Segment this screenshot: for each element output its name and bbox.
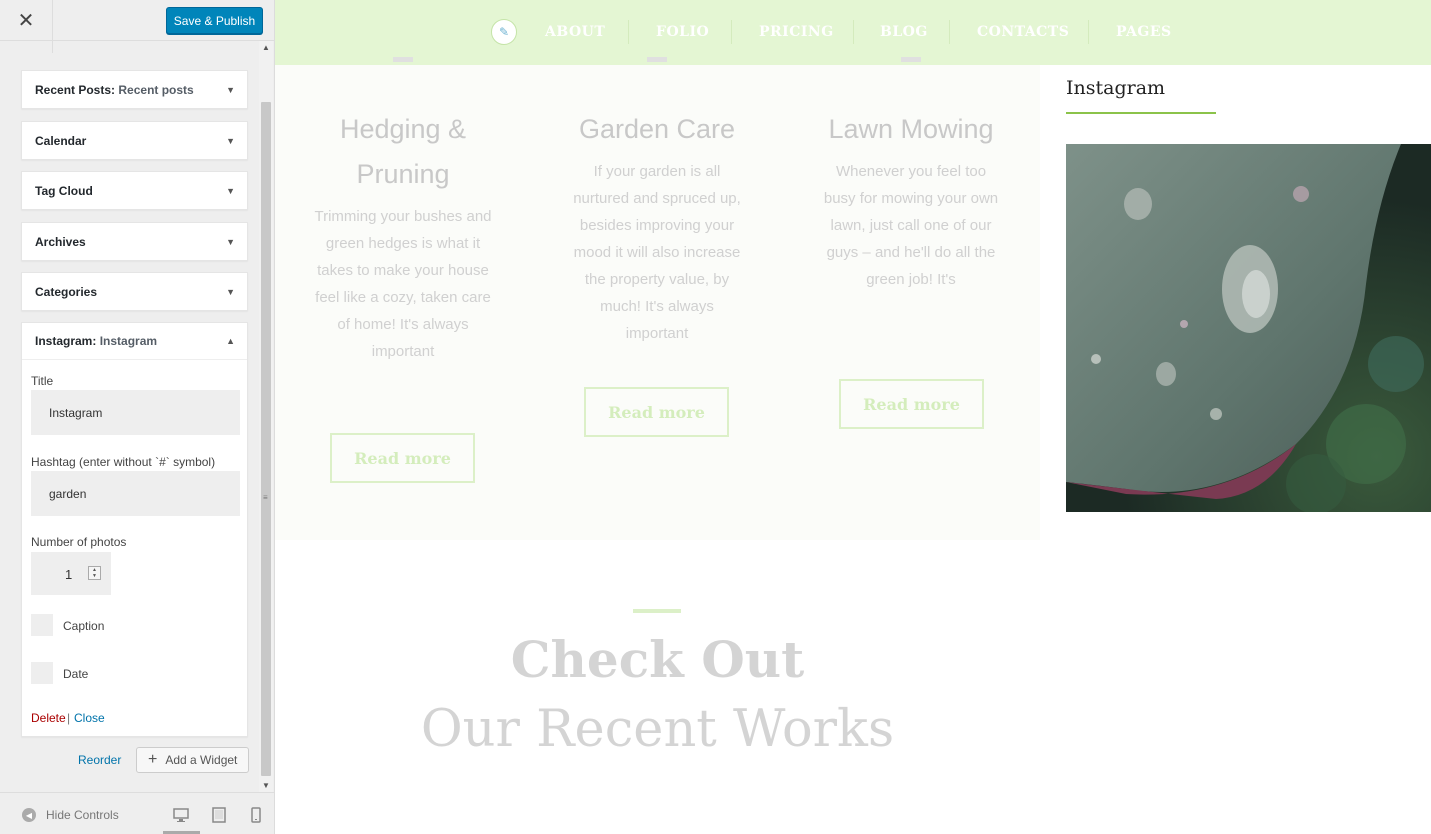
read-more-button[interactable]: Read more — [584, 387, 729, 437]
desktop-preview-icon[interactable] — [173, 807, 189, 823]
widget-title: Recent Posts: — [35, 82, 116, 97]
date-checkbox[interactable] — [31, 662, 53, 684]
service-card: Lawn Mowing Whenever you feel too busy f… — [821, 107, 1001, 293]
service-card: Hedging & Pruning Trimming your bushes a… — [313, 107, 493, 365]
customizer-panel: ✕ Save & Publish Sidebar Recent Posts: R… — [0, 0, 275, 834]
hashtag-input[interactable] — [31, 471, 240, 516]
section-subtitle: Our Recent Works — [420, 700, 895, 759]
service-title: Lawn Mowing — [828, 114, 994, 144]
reorder-link[interactable]: Reorder — [78, 753, 121, 767]
nav-divider — [1088, 20, 1089, 44]
save-publish-button[interactable]: Save & Publish — [166, 7, 263, 34]
widget-archives[interactable]: Archives ▼ — [21, 222, 248, 261]
widget-categories[interactable]: Categories ▼ — [21, 272, 248, 311]
widget-subtitle: Instagram — [99, 334, 158, 348]
customizer-footer: ◀ Hide Controls — [0, 792, 274, 834]
caption-label: Caption — [63, 619, 105, 633]
service-title: Hedging & Pruning — [339, 114, 467, 189]
instagram-widget-title: Instagram — [1066, 77, 1166, 99]
caption-checkbox[interactable] — [31, 614, 53, 636]
add-widget-label: Add a Widget — [165, 753, 238, 767]
expand-arrow-icon[interactable]: ▼ — [226, 287, 235, 297]
service-title: Garden Care — [578, 114, 736, 144]
scrollbar-thumb[interactable]: ≡ — [261, 102, 271, 776]
widget-calendar[interactable]: Calendar ▼ — [21, 121, 248, 160]
service-text: Whenever you feel too busy for mowing yo… — [823, 163, 999, 288]
widget-title: Calendar — [35, 133, 87, 148]
scroll-up-arrow-icon[interactable]: ▲ — [259, 40, 273, 54]
nav-blog[interactable]: BLOG — [880, 24, 928, 40]
widget-instagram: Instagram: Instagram ▲ Title Hashtag (en… — [21, 322, 248, 737]
plus-icon: + — [148, 751, 158, 768]
title-input[interactable] — [31, 390, 240, 435]
title-label: Title — [31, 374, 54, 388]
photos-count-stepper[interactable]: 1 ▲ ▼ — [31, 552, 111, 595]
hide-controls-button[interactable]: ◀ Hide Controls — [22, 808, 119, 822]
nav-pricing[interactable]: PRICING — [759, 24, 834, 40]
section-accent-bar — [633, 609, 681, 613]
customizer-header: ✕ Save & Publish — [0, 0, 274, 41]
hashtag-label: Hashtag (enter without `#` symbol) — [31, 455, 216, 469]
nav-about[interactable]: ABOUT — [545, 24, 605, 40]
nav-divider — [731, 20, 732, 44]
hide-controls-label: Hide Controls — [46, 808, 119, 822]
widget-title: Categories — [35, 284, 98, 299]
photos-label: Number of photos — [31, 535, 127, 549]
close-customizer-button[interactable]: ✕ — [0, 0, 53, 40]
collapse-arrow-icon[interactable]: ▲ — [226, 336, 235, 346]
spinner-arrows-icon[interactable]: ▲ ▼ — [88, 566, 101, 580]
nav-divider — [949, 20, 950, 44]
nav-contacts[interactable]: CONTACTS — [977, 24, 1069, 40]
widget-tag-cloud[interactable]: Tag Cloud ▼ — [21, 171, 248, 210]
close-icon: ✕ — [17, 9, 35, 32]
nav-pages[interactable]: PAGES — [1116, 24, 1172, 40]
expand-arrow-icon[interactable]: ▼ — [226, 136, 235, 146]
edit-pencil-icon[interactable]: ✎ — [491, 19, 517, 45]
date-label: Date — [63, 667, 89, 681]
delete-widget-link[interactable]: Delete — [31, 711, 66, 725]
read-more-button[interactable]: Read more — [839, 379, 984, 429]
expand-arrow-icon[interactable]: ▼ — [226, 85, 235, 95]
widget-title: Instagram: — [35, 334, 97, 348]
site-preview: ✎ ABOUT FOLIO PRICING BLOG CONTACTS PAGE… — [275, 0, 1431, 834]
customizer-scrollbar[interactable]: ▲ ≡ ▼ — [259, 40, 273, 792]
nav-divider — [853, 20, 854, 44]
service-icon-cut — [901, 57, 921, 62]
photos-count-value: 1 — [65, 567, 73, 582]
grip-icon: ≡ — [263, 493, 268, 502]
widget-instagram-header[interactable]: Instagram: Instagram ▲ — [22, 323, 247, 360]
service-text: If your garden is all nurtured and spruc… — [573, 163, 741, 342]
expand-arrow-icon[interactable]: ▼ — [226, 186, 235, 196]
service-icon-cut — [393, 57, 413, 62]
read-more-button[interactable]: Read more — [330, 433, 475, 483]
nav-folio[interactable]: FOLIO — [656, 24, 709, 40]
widget-title: Archives — [35, 234, 86, 249]
link-separator: | — [67, 711, 71, 725]
section-title: Check Out — [510, 630, 805, 689]
expand-arrow-icon[interactable]: ▼ — [226, 237, 235, 247]
services-section: Hedging & Pruning Trimming your bushes a… — [275, 57, 1040, 540]
close-widget-link[interactable]: Close — [74, 711, 105, 725]
site-navbar: ✎ ABOUT FOLIO PRICING BLOG CONTACTS PAGE… — [275, 0, 1431, 65]
nav-divider — [628, 20, 629, 44]
widget-recent-posts[interactable]: Recent Posts: Recent posts ▼ — [21, 70, 248, 109]
tablet-preview-icon[interactable] — [211, 807, 227, 823]
service-icon-cut — [647, 57, 667, 62]
mobile-preview-icon[interactable] — [248, 807, 264, 823]
title-underline — [1066, 112, 1216, 114]
service-text: Trimming your bushes and green hedges is… — [314, 208, 492, 360]
add-widget-button[interactable]: + Add a Widget — [136, 747, 249, 773]
widget-title: Tag Cloud — [35, 183, 93, 198]
scroll-down-arrow-icon[interactable]: ▼ — [259, 778, 273, 792]
widget-subtitle: Recent posts — [118, 82, 194, 97]
instagram-photo[interactable] — [1066, 144, 1431, 512]
service-card: Garden Care If your garden is all nurtur… — [567, 107, 747, 347]
collapse-circle-icon: ◀ — [22, 808, 36, 822]
